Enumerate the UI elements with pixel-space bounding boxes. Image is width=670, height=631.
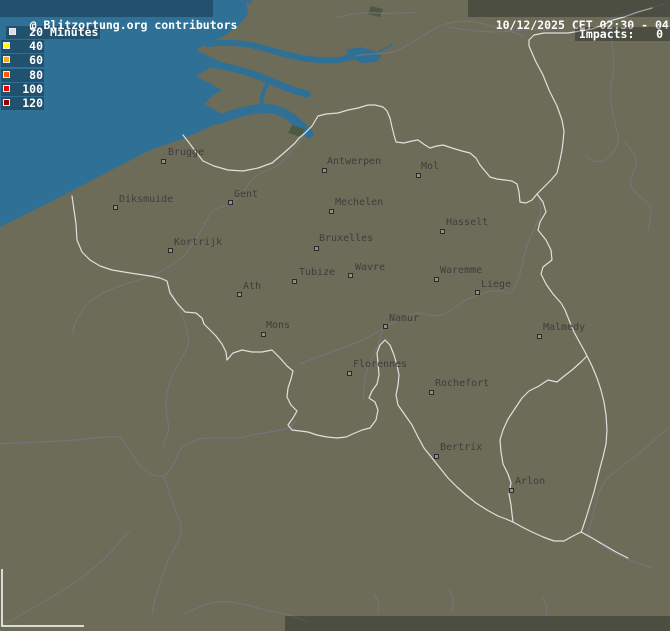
legend-swatch-120: [3, 99, 10, 106]
legend-minutes-value: 100: [22, 83, 43, 96]
city-marker-brugge: [161, 159, 166, 164]
legend-row-60: 60: [1, 54, 44, 67]
city-label-bruxelles: Bruxelles: [319, 233, 373, 244]
city-label-namur: Namur: [389, 313, 419, 324]
city-label-brugge: Brugge: [168, 147, 204, 158]
city-label-gent: Gent: [234, 189, 258, 200]
city-marker-namur: [383, 324, 388, 329]
city-label-rochefort: Rochefort: [435, 378, 489, 389]
legend-row-120: 120: [1, 97, 44, 110]
city-marker-antwerpen: [322, 168, 327, 173]
city-marker-wavre: [348, 273, 353, 278]
city-label-mons: Mons: [266, 320, 290, 331]
legend-swatch-80: [3, 71, 10, 78]
city-marker-gent: [228, 200, 233, 205]
legend-swatch-60: [3, 56, 10, 63]
impacts-label: Impacts:: [579, 27, 634, 41]
city-marker-liege: [475, 290, 480, 295]
city-label-tubize: Tubize: [299, 267, 335, 278]
city-marker-tubize: [292, 279, 297, 284]
city-marker-waremme: [434, 277, 439, 282]
city-marker-arlon: [509, 488, 514, 493]
city-marker-hasselt: [440, 229, 445, 234]
legend-minutes-value: 40: [29, 40, 43, 53]
impacts-value: 0: [656, 27, 663, 41]
city-label-arlon: Arlon: [515, 476, 545, 487]
lightning-map-screen: Brugge Antwerpen Mol Diksmuide Gent Mechelen H…: [0, 0, 670, 631]
city-label-waremme: Waremme: [440, 265, 482, 276]
legend-swatch-100: [3, 85, 10, 92]
city-marker-mechelen: [329, 209, 334, 214]
city-label-hasselt: Hasselt: [446, 217, 488, 228]
city-marker-florennes: [347, 371, 352, 376]
legend-minutes-value: 60: [29, 54, 43, 67]
legend-minutes-value: 120: [22, 97, 43, 110]
legend-row-80: 80: [1, 69, 44, 82]
city-label-malmedy: Malmedy: [543, 322, 585, 333]
city-marker-diksmuide: [113, 205, 118, 210]
city-marker-bruxelles: [314, 246, 319, 251]
city-marker-ath: [237, 292, 242, 297]
legend-minutes-value: 80: [29, 69, 43, 82]
city-marker-rochefort: [429, 390, 434, 395]
city-marker-bertrix: [434, 454, 439, 459]
footer-bar: Generated by www.meteobelgique.be / www.…: [285, 616, 670, 631]
impacts-panel: Impacts: 0: [575, 27, 670, 41]
city-label-mol: Mol: [421, 161, 439, 172]
city-marker-malmedy: [537, 334, 542, 339]
city-marker-mol: [416, 173, 421, 178]
city-marker-kortrijk: [168, 248, 173, 253]
legend-row-100: 100: [1, 83, 44, 96]
city-label-florennes: Florennes: [353, 359, 407, 370]
belgium-map: [0, 0, 670, 631]
city-label-mechelen: Mechelen: [335, 197, 383, 208]
city-label-kortrijk: Kortrijk: [174, 237, 222, 248]
city-label-wavre: Wavre: [355, 262, 385, 273]
city-label-bertrix: Bertrix: [440, 442, 482, 453]
city-marker-mons: [261, 332, 266, 337]
attribution-bar: @ Blitzortung.org contributors: [0, 0, 213, 17]
city-label-ath: Ath: [243, 281, 261, 292]
city-label-liege: Liege: [481, 279, 511, 290]
datetime-bar: 10/12/2025 CET 02:30 - 04:30: [468, 0, 670, 17]
attribution-text: @ Blitzortung.org contributors: [30, 18, 238, 32]
city-label-diksmuide: Diksmuide: [119, 194, 173, 205]
city-label-antwerpen: Antwerpen: [327, 156, 381, 167]
